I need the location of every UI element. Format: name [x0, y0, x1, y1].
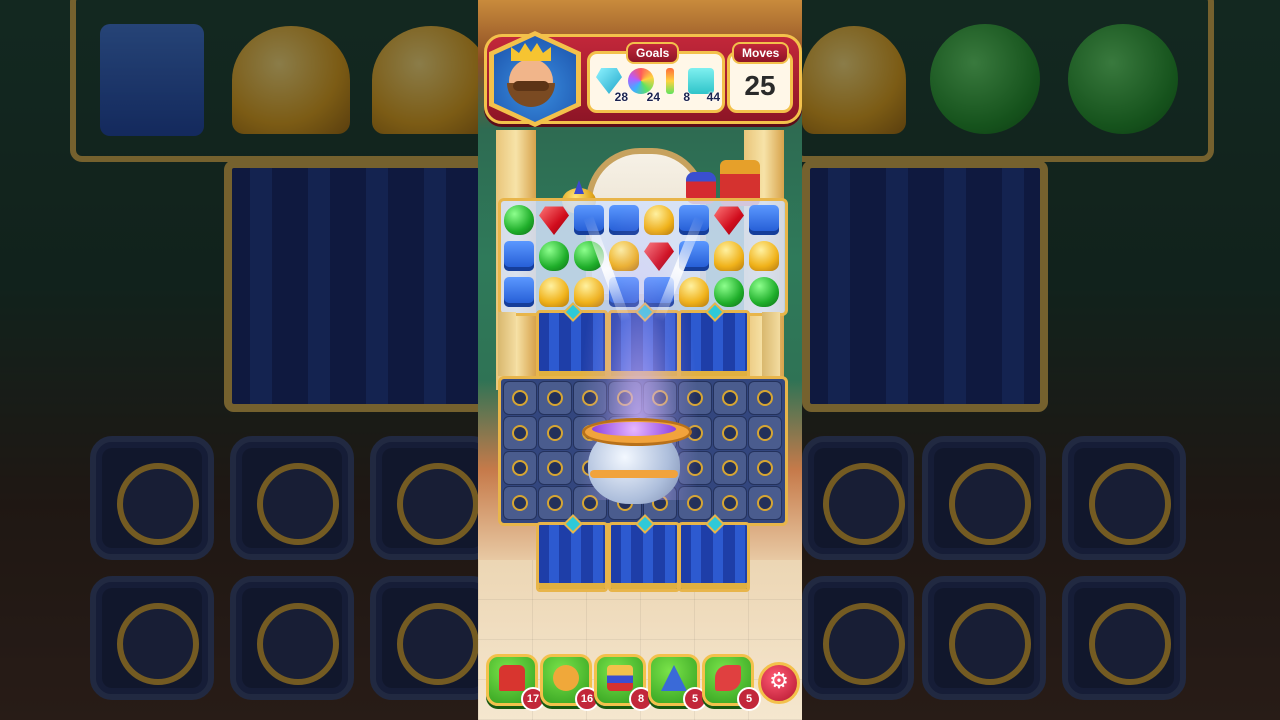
game-screen: Goals 28 24 8 44 Moves 25 17 16 8 5 5 ⚙	[478, 0, 802, 720]
safe-tile[interactable]	[748, 416, 782, 450]
settings-button[interactable]: ⚙	[758, 662, 800, 704]
safe-tile[interactable]	[713, 451, 747, 485]
green-gem[interactable]	[539, 241, 569, 271]
safe-tile[interactable]	[748, 381, 782, 415]
booster-rocket[interactable]: 5	[702, 654, 761, 711]
wall-segment	[498, 312, 516, 376]
booster-mailbox[interactable]: 17	[486, 654, 545, 711]
gear-icon: ⚙	[769, 668, 789, 693]
red-gem[interactable]	[539, 206, 569, 235]
safe-tile[interactable]	[713, 416, 747, 450]
red-gem[interactable]	[714, 206, 744, 235]
safe-tile[interactable]	[503, 451, 537, 485]
rocket-icon	[715, 665, 741, 691]
moves-label: Moves	[732, 42, 790, 64]
safe-tile[interactable]	[503, 381, 537, 415]
goal-diamond: 28	[594, 68, 628, 104]
level-hud: Goals 28 24 8 44 Moves 25	[484, 31, 802, 127]
booster-wizard-hat[interactable]: 5	[648, 654, 707, 711]
safe-tile[interactable]	[538, 381, 572, 415]
color-bar-icon	[666, 68, 674, 94]
green-gem[interactable]	[714, 277, 744, 307]
background-right	[802, 0, 1280, 720]
blue-gem[interactable]	[504, 277, 534, 307]
blue-gem[interactable]	[749, 205, 779, 235]
gold-gem[interactable]	[749, 241, 779, 271]
safe-tile[interactable]	[503, 486, 537, 520]
goals-panel: Goals 28 24 8 44	[587, 42, 725, 113]
hand-icon	[553, 665, 579, 691]
gold-gem[interactable]	[714, 241, 744, 271]
safe-tile[interactable]	[713, 381, 747, 415]
goal-color-bar: 8	[656, 68, 690, 104]
green-gem[interactable]	[504, 205, 534, 235]
curtain-block[interactable]	[608, 514, 680, 592]
curtain-block[interactable]	[678, 514, 750, 592]
safe-tile[interactable]	[713, 486, 747, 520]
safe-tile[interactable]	[503, 416, 537, 450]
blue-gem[interactable]	[504, 241, 534, 271]
wall-segment	[762, 312, 780, 376]
safe-tile[interactable]	[748, 451, 782, 485]
gold-gem[interactable]	[539, 277, 569, 307]
safe-tile[interactable]	[538, 416, 572, 450]
king-avatar	[489, 31, 581, 127]
wizard-hat-icon	[661, 665, 687, 691]
safe-tile[interactable]	[538, 451, 572, 485]
goal-count: 44	[706, 90, 720, 104]
moves-panel: Moves 25	[727, 42, 793, 113]
background-left	[0, 0, 478, 720]
curtain-block[interactable]	[536, 514, 608, 592]
moves-count: 25	[744, 70, 776, 101]
mailbox-icon	[499, 665, 525, 691]
goals-label: Goals	[626, 42, 680, 64]
cake-icon	[607, 665, 633, 691]
goal-cyan-tile: 44	[686, 68, 720, 104]
cauldron[interactable]	[582, 412, 692, 508]
booster-cake[interactable]: 8	[594, 654, 653, 711]
goal-rainbow-orb: 24	[626, 68, 660, 104]
safe-tile[interactable]	[748, 486, 782, 520]
booster-count: 5	[737, 687, 761, 711]
booster-hand[interactable]: 16	[540, 654, 599, 711]
green-gem[interactable]	[749, 277, 779, 307]
safe-tile[interactable]	[538, 486, 572, 520]
